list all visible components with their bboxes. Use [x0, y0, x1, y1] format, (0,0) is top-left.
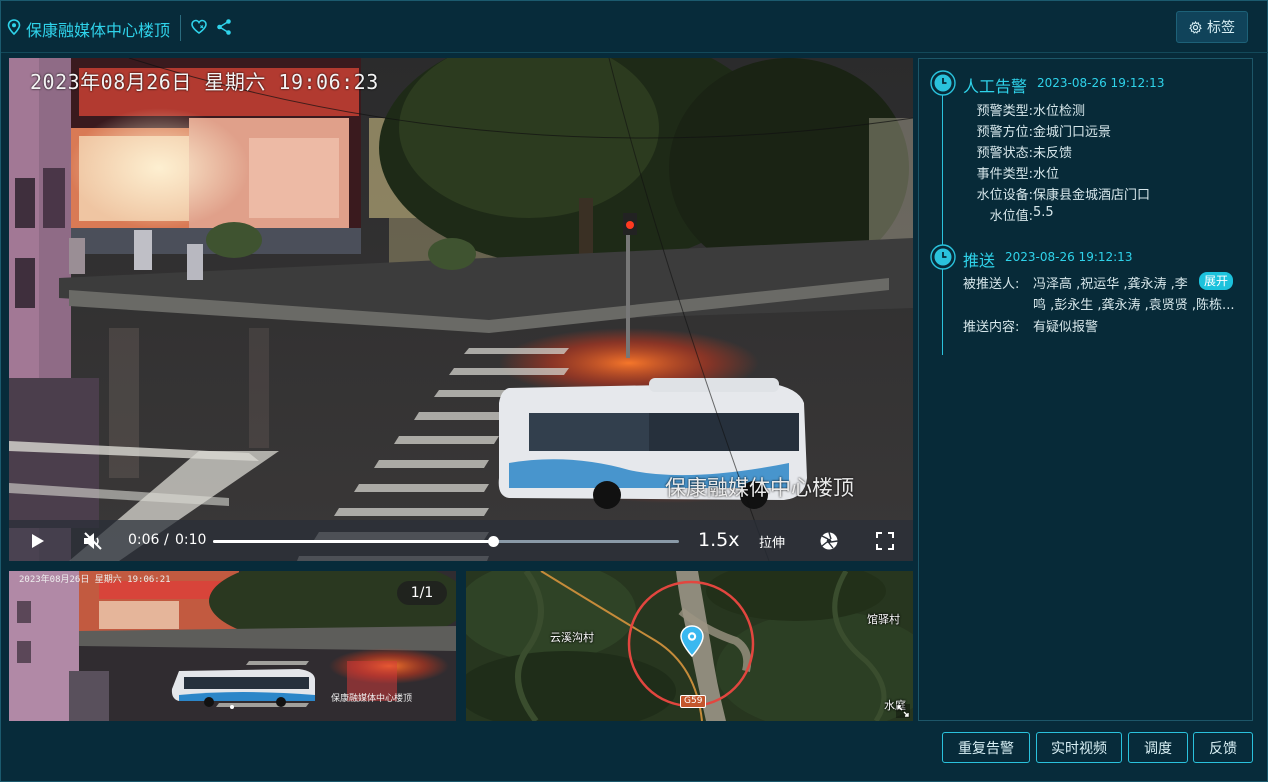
- alarm-info-panel: 人工告警 2023-08-26 19:12:13 预警类型: 水位检测 预警方位: 金…: [918, 58, 1253, 721]
- playback-speed[interactable]: 1.5x: [698, 529, 739, 551]
- fullscreen-icon[interactable]: [876, 532, 894, 550]
- alarm-field-value: 水位检测: [1033, 104, 1086, 119]
- alarm-field-value: 金城门口远景: [1033, 125, 1112, 140]
- video-osd-timestamp: 2023年08月26日 星期六 19:06:23: [30, 70, 379, 94]
- push-content-label: 推送内容:: [963, 320, 1020, 335]
- video-progress-bar[interactable]: [213, 536, 679, 547]
- timeline-line: [942, 83, 943, 355]
- video-controls: 0:06 / 0:10 1.5x 拉伸: [9, 520, 913, 561]
- map-label-guanyi: 馆驿村: [867, 613, 900, 626]
- push-content-value: 有疑似报警: [1033, 320, 1099, 335]
- location-map[interactable]: 云溪沟村 馆驿村 水庭 G59: [466, 571, 913, 721]
- alarm-section-title: 人工告警: [963, 77, 1028, 96]
- aperture-icon[interactable]: [819, 531, 839, 551]
- push-section-title: 推送: [963, 251, 996, 270]
- snapshot-osd-timestamp: 2023年08月26日 星期六 19:06:21: [19, 575, 171, 585]
- alarm-field-value: 未反馈: [1033, 146, 1073, 161]
- alarm-detail-window: 保康融媒体中心楼顶 标签 2023年08月26日 星期六 19:06:23 保康…: [0, 0, 1268, 782]
- favorite-heart-icon[interactable]: [190, 18, 208, 36]
- push-recipients-line1: 冯泽高 ,祝运华 ,龚永涛 ,李: [1033, 277, 1188, 292]
- clock-icon: [930, 70, 956, 96]
- alarm-section-time: 2023-08-26 19:12:13: [1037, 76, 1165, 90]
- alarm-field-label: 水位值:: [989, 209, 1033, 224]
- push-recipients-line2: 鸣 ,彭永生 ,龚永涛 ,袁贤贤 ,陈栋...: [1033, 298, 1235, 313]
- share-icon[interactable]: [215, 18, 233, 36]
- push-recipients-label: 被推送人:: [963, 277, 1020, 292]
- feedback-button[interactable]: 反馈: [1193, 732, 1253, 763]
- location-pin-icon: [7, 19, 21, 35]
- mute-icon[interactable]: [82, 531, 104, 551]
- video-total-time: 0:10: [175, 532, 207, 548]
- push-section-time: 2023-08-26 19:12:13: [1005, 250, 1133, 264]
- video-player[interactable]: 2023年08月26日 星期六 19:06:23 保康融媒体中心楼顶 0:06 …: [9, 58, 913, 561]
- tag-button-label: 标签: [1207, 20, 1235, 36]
- snapshot-counter: 1/1: [397, 581, 447, 605]
- alarm-field-label: 事件类型:: [976, 167, 1033, 182]
- video-osd-camera-name: 保康融媒体中心楼顶: [665, 476, 854, 500]
- video-time-separator: /: [164, 532, 169, 548]
- page-title: 保康融媒体中心楼顶: [26, 21, 171, 40]
- alarm-field-label: 水位设备:: [976, 188, 1033, 203]
- snapshot-osd-camera-name: 保康融媒体中心楼顶: [331, 694, 413, 704]
- repeat-alarm-button[interactable]: 重复告警: [942, 732, 1030, 763]
- dispatch-button[interactable]: 调度: [1128, 732, 1188, 763]
- map-pin-icon[interactable]: [680, 625, 704, 657]
- alarm-field-label: 预警方位:: [976, 125, 1033, 140]
- expand-recipients-button[interactable]: 展开: [1199, 272, 1234, 290]
- clock-icon: [930, 244, 956, 270]
- play-icon[interactable]: [31, 533, 45, 549]
- alarm-field-label: 预警状态:: [976, 146, 1033, 161]
- video-progress-fill: [213, 540, 493, 543]
- header: 保康融媒体中心楼顶 标签: [1, 1, 1268, 53]
- header-divider: [180, 15, 181, 41]
- map-highway-badge: G59: [680, 695, 707, 708]
- alarm-field-value: 5.5: [1033, 205, 1054, 220]
- alarm-field-value: 水位: [1033, 167, 1060, 182]
- alarm-field-label: 预警类型:: [976, 104, 1033, 119]
- snapshot-thumbnail[interactable]: 2023年08月26日 星期六 19:06:21 保康融媒体中心楼顶 1/1: [9, 571, 456, 721]
- map-expand-icon[interactable]: [896, 704, 910, 718]
- tag-button[interactable]: 标签: [1176, 11, 1248, 43]
- video-progress-handle[interactable]: [487, 536, 499, 547]
- gear-icon: [1189, 20, 1202, 34]
- alarm-field-value: 保康县金城酒店门口: [1033, 188, 1151, 203]
- video-current-time: 0:06: [128, 532, 160, 548]
- stretch-button[interactable]: 拉伸: [759, 532, 785, 551]
- live-video-button[interactable]: 实时视频: [1036, 732, 1122, 763]
- map-label-yunxigou: 云溪沟村: [550, 631, 594, 644]
